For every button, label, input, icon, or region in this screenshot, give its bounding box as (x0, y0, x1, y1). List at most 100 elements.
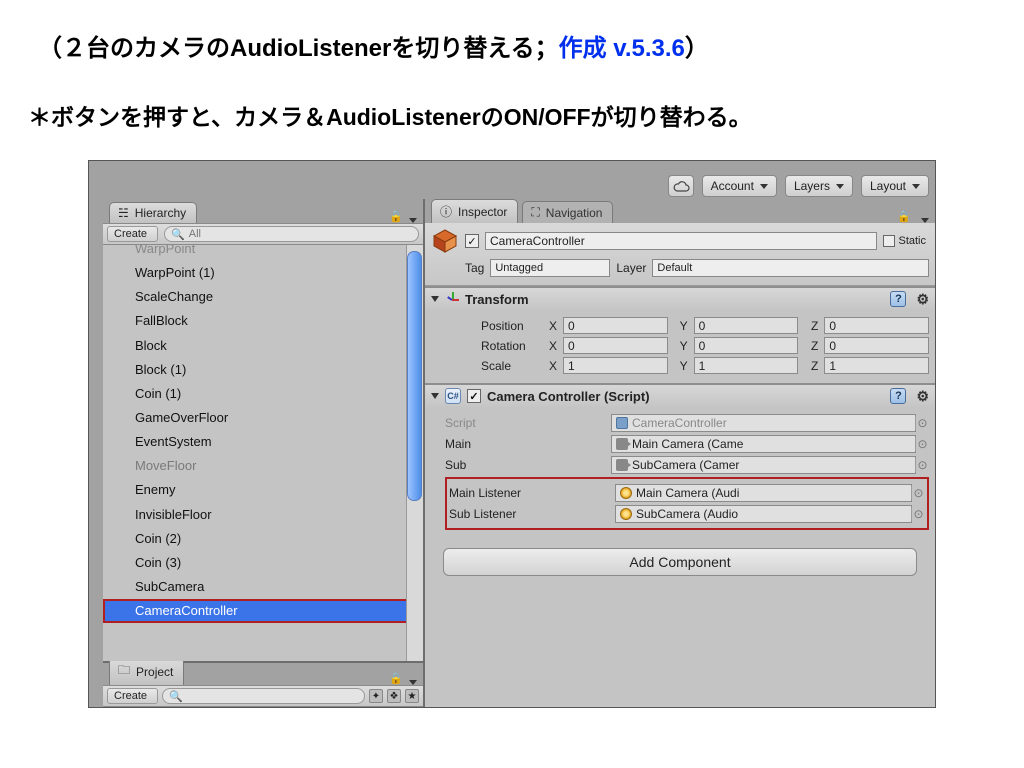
object-picker-icon[interactable]: ⊙ (911, 507, 925, 521)
scale-label: Scale (481, 359, 537, 373)
tag-dropdown[interactable]: Untagged (490, 259, 610, 277)
rotation-y-field[interactable]: 0 (694, 337, 799, 354)
sub-listener-label: Sub Listener (449, 507, 609, 521)
sub-field[interactable]: SubCamera (Camer (611, 456, 916, 474)
position-y-field[interactable]: 0 (694, 317, 799, 334)
info-icon: ⓘ (440, 203, 452, 220)
main-listener-field[interactable]: Main Camera (Audi (615, 484, 912, 502)
hierarchy-item[interactable]: FallBlock (103, 309, 423, 333)
camera-icon (616, 459, 628, 471)
audio-icon (620, 508, 632, 520)
layers-dropdown[interactable]: Layers (785, 175, 853, 197)
transform-component: Transform ? ⚙ Position X0 Y0 Z0 Rotation (425, 286, 935, 383)
gear-icon[interactable]: ⚙ (916, 291, 929, 308)
layer-label: Layer (616, 261, 646, 275)
hierarchy-item[interactable]: ScaleChange (103, 285, 423, 309)
help-icon[interactable]: ? (890, 388, 906, 404)
project-search-input[interactable]: 🔍 (162, 688, 365, 704)
project-create-button[interactable]: Create (107, 688, 158, 704)
hierarchy-item-selected[interactable]: CameraController (103, 599, 423, 623)
lock-icon[interactable]: 🔒 (389, 672, 403, 685)
hierarchy-item[interactable]: WarpPoint (1) (103, 261, 423, 285)
scale-x-field[interactable]: 1 (563, 357, 668, 374)
hierarchy-item[interactable]: WarpPoint (103, 245, 423, 261)
tab-project[interactable]: 🗀 Project (109, 657, 184, 685)
transform-header[interactable]: Transform ? ⚙ (425, 288, 935, 310)
layer-dropdown[interactable]: Default (652, 259, 929, 277)
hierarchy-item[interactable]: Enemy (103, 478, 423, 502)
object-picker-icon[interactable]: ⊙ (915, 437, 929, 451)
object-name-field[interactable]: CameraController (485, 232, 877, 250)
hierarchy-item[interactable]: Coin (1) (103, 382, 423, 406)
main-field[interactable]: Main Camera (Came (611, 435, 916, 453)
cloud-button[interactable] (668, 175, 694, 197)
static-toggle[interactable]: Static (883, 235, 929, 247)
hierarchy-item[interactable]: Coin (3) (103, 551, 423, 575)
foldout-icon[interactable] (431, 296, 439, 302)
lock-icon[interactable]: 🔒 (389, 210, 403, 223)
save-filter-icon[interactable]: ★ (405, 689, 419, 703)
object-picker-icon[interactable]: ⊙ (915, 416, 929, 430)
sub-label: Sub (445, 458, 605, 472)
search-icon: 🔍 (171, 228, 185, 241)
hierarchy-item[interactable]: Coin (2) (103, 527, 423, 551)
audio-icon (620, 487, 632, 499)
filter-icon[interactable]: ✦ (369, 689, 383, 703)
layout-dropdown[interactable]: Layout (861, 175, 929, 197)
sub-listener-field[interactable]: SubCamera (Audio (615, 505, 912, 523)
gear-icon[interactable]: ⚙ (916, 388, 929, 405)
rotation-z-field[interactable]: 0 (824, 337, 929, 354)
gameobject-icon[interactable] (431, 227, 459, 255)
unity-editor: Account Layers Layout ☵ Hierarchy 🔒 Crea… (88, 160, 936, 708)
object-picker-icon[interactable]: ⊙ (911, 486, 925, 500)
hierarchy-item[interactable]: Block (103, 334, 423, 358)
position-z-field[interactable]: 0 (824, 317, 929, 334)
folder-icon: 🗀 (118, 661, 130, 682)
tab-hierarchy[interactable]: ☵ Hierarchy (109, 202, 197, 223)
panel-menu-icon[interactable] (409, 680, 417, 685)
tab-navigation[interactable]: ⛶ Navigation (522, 201, 613, 223)
scale-z-field[interactable]: 1 (824, 357, 929, 374)
hierarchy-search-input[interactable]: 🔍 All (164, 226, 419, 242)
version-link[interactable]: 作成 v.5.3.6 (559, 35, 685, 62)
scale-y-field[interactable]: 1 (694, 357, 799, 374)
active-checkbox[interactable]: ✓ (465, 234, 479, 248)
script-header[interactable]: C# ✓ Camera Controller (Script) ? ⚙ (425, 385, 935, 407)
main-listener-label: Main Listener (449, 486, 609, 500)
hierarchy-list[interactable]: WarpPointWarpPoint (1)ScaleChangeFallBlo… (103, 245, 423, 661)
gameobject-header: ✓ CameraController Static Tag Untagged L… (425, 223, 935, 286)
lock-icon[interactable]: 🔒 (897, 210, 911, 223)
hierarchy-item[interactable]: GameOverFloor (103, 406, 423, 430)
add-component-button[interactable]: Add Component (443, 548, 917, 576)
tab-inspector[interactable]: ⓘ Inspector (431, 199, 518, 223)
page-subtitle: ＊ボタンを押すと、カメラ＆AudioListenerのON/OFFが切り替わる。 (28, 98, 752, 132)
object-picker-icon[interactable]: ⊙ (915, 458, 929, 472)
enable-checkbox[interactable]: ✓ (467, 389, 481, 403)
page-title: （２台のカメラのAudioListenerを切り替える；作成 v.5.3.6） (38, 28, 709, 63)
hierarchy-item[interactable]: SubCamera (103, 575, 423, 599)
navigation-icon: ⛶ (531, 205, 539, 220)
hierarchy-item[interactable]: Block (1) (103, 358, 423, 382)
filter-icon[interactable]: ❖ (387, 689, 401, 703)
search-placeholder: All (189, 228, 201, 240)
hierarchy-item[interactable]: EventSystem (103, 430, 423, 454)
script-field[interactable]: CameraController (611, 414, 916, 432)
hierarchy-item[interactable]: InvisibleFloor (103, 503, 423, 527)
highlighted-fields: Main Listener Main Camera (Audi⊙ Sub Lis… (445, 477, 929, 530)
hierarchy-icon: ☵ (118, 206, 129, 220)
tag-label: Tag (465, 261, 484, 275)
account-dropdown[interactable]: Account (702, 175, 777, 197)
top-toolbar: Account Layers Layout (89, 161, 935, 199)
foldout-icon[interactable] (431, 393, 439, 399)
position-x-field[interactable]: 0 (563, 317, 668, 334)
rotation-x-field[interactable]: 0 (563, 337, 668, 354)
rotation-label: Rotation (481, 339, 537, 353)
x-label: X (543, 319, 557, 333)
left-gutter (89, 199, 103, 707)
hierarchy-create-button[interactable]: Create (107, 226, 158, 242)
camera-icon (616, 438, 628, 450)
hierarchy-item[interactable]: MoveFloor (103, 454, 423, 478)
scroll-thumb[interactable] (407, 251, 422, 501)
scrollbar[interactable] (406, 245, 423, 661)
help-icon[interactable]: ? (890, 291, 906, 307)
